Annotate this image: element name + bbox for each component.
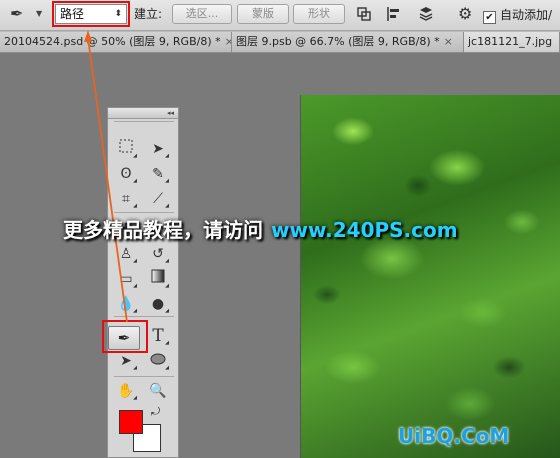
auto-add-checkbox[interactable]: ✔ bbox=[483, 11, 496, 24]
tab-document-3[interactable]: jc181121_7.jpg bbox=[464, 32, 560, 52]
tab-document-1[interactable]: 20104524.psd @ 50% (图层 9, RGB/8) * × bbox=[0, 32, 232, 52]
tool-mode-select[interactable]: 路径 ⬍ bbox=[52, 1, 130, 27]
site-logo: UiBQ.CoM bbox=[398, 424, 510, 448]
divider bbox=[114, 212, 174, 213]
swap-colors-icon[interactable]: ⤾ bbox=[151, 405, 160, 419]
make-selection-button[interactable]: 选区... bbox=[172, 4, 232, 24]
gradient-tool-icon[interactable]: ◢ bbox=[146, 268, 170, 290]
auto-add-label: 自动添加/ bbox=[500, 8, 553, 22]
type-tool-label: T bbox=[152, 326, 164, 346]
gear-icon[interactable]: ⚙ bbox=[458, 6, 474, 22]
collapse-icon[interactable]: ◂◂ bbox=[167, 109, 174, 117]
tool-mode-value: 路径 bbox=[60, 7, 85, 21]
pen-tool-button[interactable]: ✒ bbox=[108, 326, 140, 350]
dodge-tool-icon[interactable]: ● ◢ bbox=[146, 293, 170, 315]
divider bbox=[114, 376, 174, 377]
move-tool-icon[interactable]: ➤ ◢ bbox=[146, 138, 170, 160]
marquee-tool-icon[interactable]: ◢ bbox=[114, 138, 138, 160]
path-operations-icon[interactable] bbox=[356, 6, 372, 22]
options-bar: ✒ ▼ 路径 ⬍ 建立: 选区... 蒙版 形状 ⚙ ✔ 自动添加/ bbox=[0, 0, 560, 31]
foreground-color-swatch[interactable] bbox=[119, 410, 143, 434]
tab-label: 20104524.psd @ 50% (图层 9, RGB/8) * bbox=[4, 35, 221, 48]
close-icon[interactable]: × bbox=[225, 35, 231, 48]
path-arrangement-icon[interactable] bbox=[418, 6, 434, 22]
hand-tool-icon[interactable]: ✋ ◢ bbox=[114, 380, 138, 402]
close-icon[interactable]: × bbox=[444, 35, 453, 48]
document-canvas[interactable] bbox=[300, 95, 560, 458]
history-brush-tool-icon[interactable]: ↺ ◢ bbox=[146, 243, 170, 265]
updown-chevron-icon: ⬍ bbox=[114, 9, 122, 19]
make-shape-button[interactable]: 形状 bbox=[293, 4, 345, 24]
chevron-down-icon[interactable]: ▼ bbox=[36, 4, 44, 24]
tab-document-2[interactable]: 图层 9.psb @ 66.7% (图层 9, RGB/8) * × bbox=[232, 32, 464, 52]
eraser-tool-icon[interactable]: ▭ ◢ bbox=[114, 268, 138, 290]
panel-collapse-bar[interactable]: ◂◂ bbox=[108, 108, 178, 119]
eyedropper-tool-icon[interactable]: ⟋ ◢ bbox=[146, 188, 170, 210]
path-alignment-icon[interactable] bbox=[386, 6, 402, 22]
quick-selection-tool-icon[interactable]: ✎ ◢ bbox=[146, 163, 170, 185]
zoom-tool-icon[interactable]: 🔍 bbox=[146, 380, 170, 402]
clone-stamp-tool-icon[interactable]: ♙ ◢ bbox=[114, 243, 138, 265]
type-tool-icon[interactable]: T ◢ bbox=[146, 325, 170, 347]
tab-label: 图层 9.psb @ 66.7% (图层 9, RGB/8) * bbox=[236, 35, 440, 48]
pen-tool-preset-icon[interactable]: ✒ bbox=[10, 4, 36, 24]
watermark-text: 更多精品教程，请访问 bbox=[63, 218, 263, 242]
pen-tool-icon: ✒ bbox=[117, 329, 131, 347]
path-selection-tool-icon[interactable]: ➤ ◢ bbox=[114, 350, 138, 372]
tab-label: jc181121_7.jpg bbox=[468, 35, 553, 48]
tools-panel: ◂◂ ◢ ➤ ◢ ʘ ◢ ✎ ◢ ⌗ ◢ ⟋ ◢ ✚ ◢ ✐ ◢ ♙ ◢ ↺ ◢ ▭ ◢ ◢ 💧 ◢ … bbox=[107, 107, 179, 458]
blur-tool-icon[interactable]: 💧 ◢ bbox=[114, 293, 138, 315]
document-tab-bar: 20104524.psd @ 50% (图层 9, RGB/8) * × 图层 9… bbox=[0, 31, 560, 53]
build-label: 建立: bbox=[134, 7, 163, 21]
watermark-url: www.240PS.com bbox=[271, 218, 458, 242]
divider bbox=[114, 316, 174, 317]
make-mask-button[interactable]: 蒙版 bbox=[237, 4, 289, 24]
lasso-tool-icon[interactable]: ʘ ◢ bbox=[114, 163, 138, 185]
crop-tool-icon[interactable]: ⌗ ◢ bbox=[114, 188, 138, 210]
watermark-banner: 更多精品教程，请访问 www.240PS.com bbox=[63, 215, 458, 245]
divider bbox=[114, 121, 174, 122]
ellipse-shape-tool-icon[interactable]: ◢ bbox=[146, 350, 170, 372]
auto-add-delete-option[interactable]: ✔ 自动添加/ bbox=[483, 6, 552, 24]
